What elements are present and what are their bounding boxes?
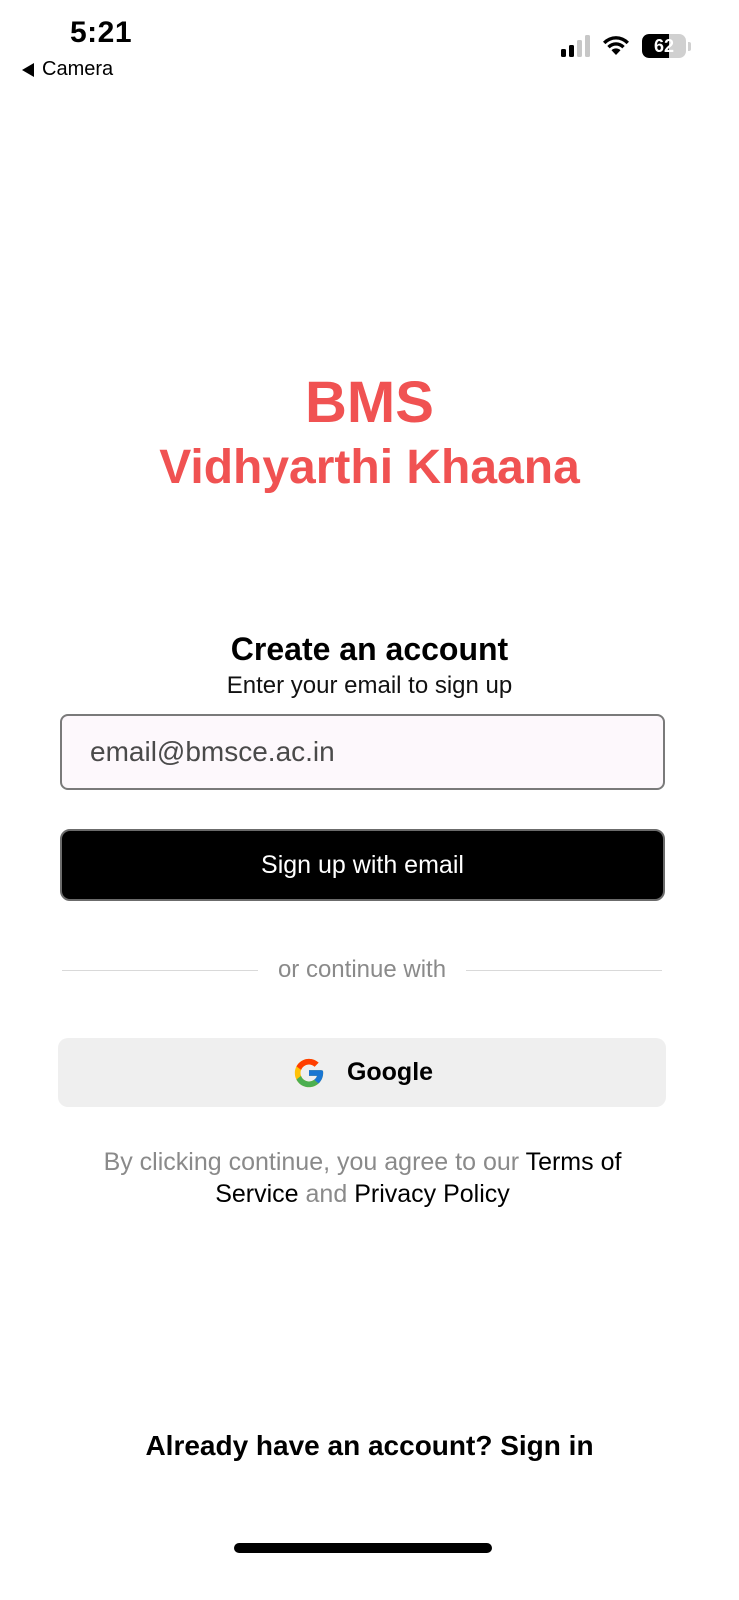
sign-up-with-email-button[interactable]: Sign up with email <box>60 829 665 901</box>
legal-notice: By clicking continue, you agree to our T… <box>60 1146 665 1210</box>
brand-line-1: BMS <box>305 370 434 435</box>
google-signin-button[interactable]: Google <box>58 1038 666 1107</box>
divider-line-right <box>466 969 662 971</box>
privacy-policy-link[interactable]: Privacy Policy <box>354 1180 510 1208</box>
legal-prefix: By clicking continue, you agree to our <box>103 1148 520 1176</box>
page-subtitle: Enter your email to sign up <box>226 672 513 699</box>
back-arrow-icon <box>22 62 34 77</box>
page-title: Create an account <box>230 631 509 667</box>
google-button-label: Google <box>346 1058 434 1086</box>
status-time: 5:21 <box>70 16 133 49</box>
battery-cap <box>688 41 691 51</box>
legal-conjunction: and <box>305 1180 348 1208</box>
google-icon <box>291 1055 327 1091</box>
status-indicators: 62 <box>561 34 691 58</box>
or-divider: or continue with <box>62 956 662 984</box>
battery-percent: 62 <box>653 35 675 56</box>
signup-screen: 5:21 Camera 62 BMS Vidhyarthi Khaana Cre… <box>0 0 739 1600</box>
home-indicator[interactable] <box>234 1543 492 1553</box>
divider-line-left <box>62 969 258 971</box>
divider-label: or continue with <box>277 956 447 983</box>
cellular-signal-icon <box>561 35 590 57</box>
back-to-camera-label: Camera <box>42 58 114 80</box>
wifi-icon <box>603 36 629 55</box>
battery-icon: 62 <box>642 34 686 58</box>
brand-line-2: Vidhyarthi Khaana <box>159 441 580 494</box>
app-brand: BMS Vidhyarthi Khaana <box>0 368 739 498</box>
sign-in-link[interactable]: Already have an account? Sign in <box>0 1430 739 1462</box>
signup-heading: Create an account Enter your email to si… <box>0 628 739 702</box>
email-input[interactable] <box>60 714 665 790</box>
back-to-camera-link[interactable]: Camera <box>22 58 113 81</box>
